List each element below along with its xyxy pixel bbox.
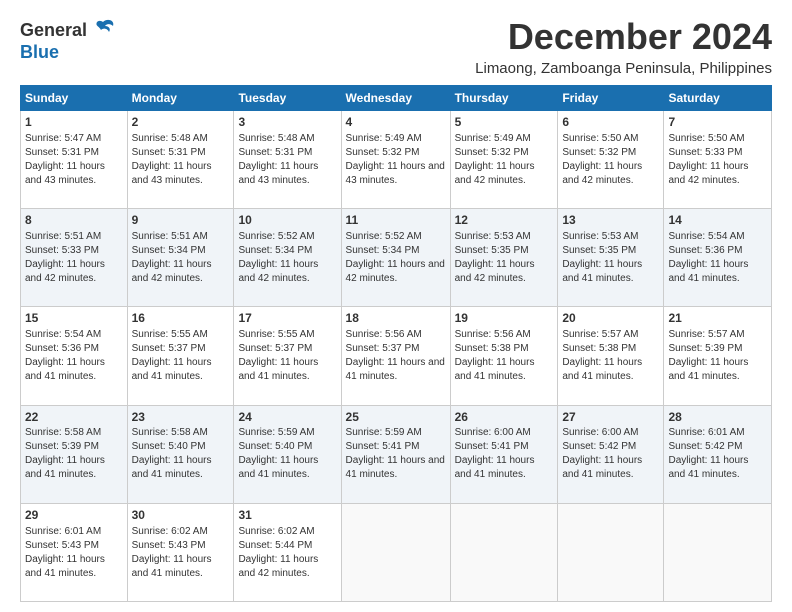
calendar-cell: 3Sunrise: 5:48 AMSunset: 5:31 PMDaylight… — [234, 111, 341, 209]
day-number: 8 — [25, 212, 123, 229]
day-number: 28 — [668, 409, 767, 426]
calendar-cell: 29Sunrise: 6:01 AMSunset: 5:43 PMDayligh… — [21, 503, 128, 601]
calendar-cell: 1Sunrise: 5:47 AMSunset: 5:31 PMDaylight… — [21, 111, 128, 209]
day-number: 19 — [455, 310, 554, 327]
day-number: 24 — [238, 409, 336, 426]
calendar-cell: 9Sunrise: 5:51 AMSunset: 5:34 PMDaylight… — [127, 209, 234, 307]
calendar-cell: 17Sunrise: 5:55 AMSunset: 5:37 PMDayligh… — [234, 307, 341, 405]
day-number: 11 — [346, 212, 446, 229]
day-number: 30 — [132, 507, 230, 524]
col-header-wednesday: Wednesday — [341, 86, 450, 111]
col-header-saturday: Saturday — [664, 86, 772, 111]
day-number: 18 — [346, 310, 446, 327]
day-number: 15 — [25, 310, 123, 327]
calendar-cell — [558, 503, 664, 601]
calendar-cell: 31Sunrise: 6:02 AMSunset: 5:44 PMDayligh… — [234, 503, 341, 601]
calendar-cell: 10Sunrise: 5:52 AMSunset: 5:34 PMDayligh… — [234, 209, 341, 307]
calendar-cell — [664, 503, 772, 601]
day-number: 16 — [132, 310, 230, 327]
calendar-cell: 13Sunrise: 5:53 AMSunset: 5:35 PMDayligh… — [558, 209, 664, 307]
calendar-cell: 4Sunrise: 5:49 AMSunset: 5:32 PMDaylight… — [341, 111, 450, 209]
day-number: 22 — [25, 409, 123, 426]
day-number: 14 — [668, 212, 767, 229]
calendar-cell: 8Sunrise: 5:51 AMSunset: 5:33 PMDaylight… — [21, 209, 128, 307]
calendar-cell: 7Sunrise: 5:50 AMSunset: 5:33 PMDaylight… — [664, 111, 772, 209]
day-number: 29 — [25, 507, 123, 524]
day-number: 7 — [668, 114, 767, 131]
day-number: 6 — [562, 114, 659, 131]
calendar-cell: 27Sunrise: 6:00 AMSunset: 5:42 PMDayligh… — [558, 405, 664, 503]
logo-bird-icon — [89, 16, 117, 44]
calendar-cell: 16Sunrise: 5:55 AMSunset: 5:37 PMDayligh… — [127, 307, 234, 405]
day-number: 31 — [238, 507, 336, 524]
day-number: 9 — [132, 212, 230, 229]
logo-general: General — [20, 20, 87, 41]
day-number: 13 — [562, 212, 659, 229]
col-header-tuesday: Tuesday — [234, 86, 341, 111]
location: Limaong, Zamboanga Peninsula, Philippine… — [475, 60, 772, 77]
calendar-cell: 20Sunrise: 5:57 AMSunset: 5:38 PMDayligh… — [558, 307, 664, 405]
day-number: 25 — [346, 409, 446, 426]
calendar-cell: 21Sunrise: 5:57 AMSunset: 5:39 PMDayligh… — [664, 307, 772, 405]
day-number: 23 — [132, 409, 230, 426]
day-number: 2 — [132, 114, 230, 131]
day-number: 10 — [238, 212, 336, 229]
logo-blue: Blue — [20, 42, 117, 63]
day-number: 3 — [238, 114, 336, 131]
day-number: 26 — [455, 409, 554, 426]
calendar-cell: 19Sunrise: 5:56 AMSunset: 5:38 PMDayligh… — [450, 307, 558, 405]
day-number: 12 — [455, 212, 554, 229]
calendar-cell: 30Sunrise: 6:02 AMSunset: 5:43 PMDayligh… — [127, 503, 234, 601]
day-number: 1 — [25, 114, 123, 131]
calendar-cell: 28Sunrise: 6:01 AMSunset: 5:42 PMDayligh… — [664, 405, 772, 503]
calendar-cell — [341, 503, 450, 601]
calendar-cell: 12Sunrise: 5:53 AMSunset: 5:35 PMDayligh… — [450, 209, 558, 307]
calendar-cell: 26Sunrise: 6:00 AMSunset: 5:41 PMDayligh… — [450, 405, 558, 503]
calendar-cell: 11Sunrise: 5:52 AMSunset: 5:34 PMDayligh… — [341, 209, 450, 307]
day-number: 27 — [562, 409, 659, 426]
day-number: 4 — [346, 114, 446, 131]
title-area: December 2024 Limaong, Zamboanga Peninsu… — [475, 16, 772, 77]
col-header-monday: Monday — [127, 86, 234, 111]
calendar-cell: 2Sunrise: 5:48 AMSunset: 5:31 PMDaylight… — [127, 111, 234, 209]
calendar-cell: 18Sunrise: 5:56 AMSunset: 5:37 PMDayligh… — [341, 307, 450, 405]
calendar-cell: 14Sunrise: 5:54 AMSunset: 5:36 PMDayligh… — [664, 209, 772, 307]
day-number: 17 — [238, 310, 336, 327]
page: General Blue December 2024 Limaong, Zamb… — [0, 0, 792, 612]
calendar-cell: 15Sunrise: 5:54 AMSunset: 5:36 PMDayligh… — [21, 307, 128, 405]
calendar-cell: 22Sunrise: 5:58 AMSunset: 5:39 PMDayligh… — [21, 405, 128, 503]
calendar-cell — [450, 503, 558, 601]
col-header-sunday: Sunday — [21, 86, 128, 111]
header: General Blue December 2024 Limaong, Zamb… — [20, 16, 772, 77]
col-header-thursday: Thursday — [450, 86, 558, 111]
calendar-cell: 24Sunrise: 5:59 AMSunset: 5:40 PMDayligh… — [234, 405, 341, 503]
day-number: 5 — [455, 114, 554, 131]
calendar-cell: 25Sunrise: 5:59 AMSunset: 5:41 PMDayligh… — [341, 405, 450, 503]
day-number: 21 — [668, 310, 767, 327]
calendar-cell: 5Sunrise: 5:49 AMSunset: 5:32 PMDaylight… — [450, 111, 558, 209]
logo: General Blue — [20, 16, 117, 63]
calendar-cell: 23Sunrise: 5:58 AMSunset: 5:40 PMDayligh… — [127, 405, 234, 503]
day-number: 20 — [562, 310, 659, 327]
month-title: December 2024 — [475, 16, 772, 58]
calendar-cell: 6Sunrise: 5:50 AMSunset: 5:32 PMDaylight… — [558, 111, 664, 209]
calendar-table: SundayMondayTuesdayWednesdayThursdayFrid… — [20, 85, 772, 602]
col-header-friday: Friday — [558, 86, 664, 111]
